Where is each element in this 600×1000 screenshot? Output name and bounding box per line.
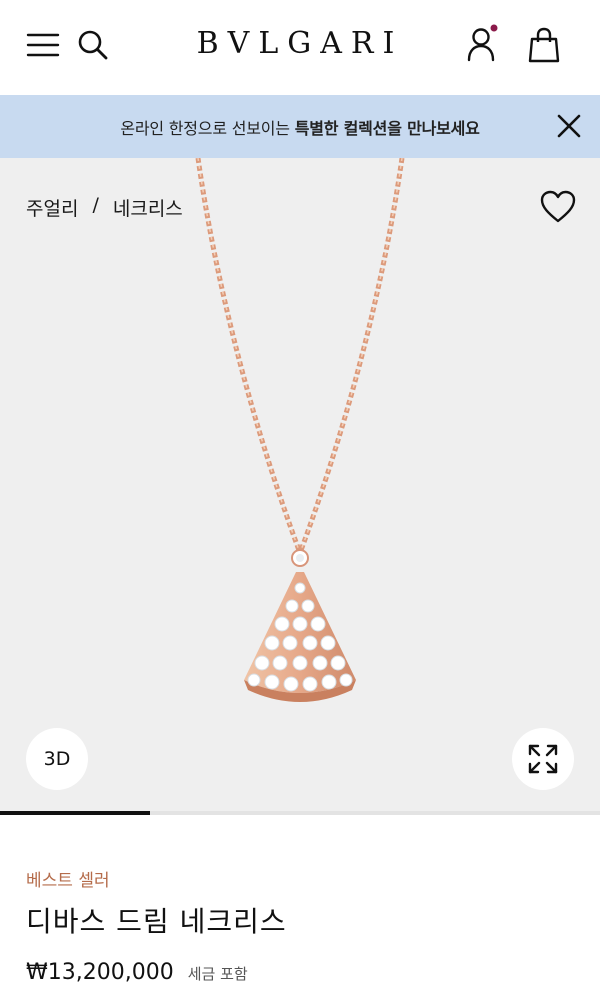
breadcrumb-item-jewelry[interactable]: 주얼리	[26, 194, 78, 221]
product-title: 디바스 드림 네크리스	[26, 905, 287, 938]
gallery-progress-bar	[0, 811, 600, 815]
tax-note: 세금 포함	[187, 965, 248, 983]
breadcrumb: 주얼리 / 네크리스	[26, 194, 183, 221]
user-icon[interactable]	[464, 24, 500, 64]
site-header: BVLGARI	[0, 0, 600, 95]
expand-icon[interactable]	[512, 728, 574, 790]
breadcrumb-item-necklaces[interactable]: 네크리스	[113, 194, 183, 221]
price-row: ₩13,200,000 세금 포함	[26, 960, 248, 985]
hamburger-menu-icon[interactable]	[26, 30, 60, 60]
brand-logo[interactable]: BVLGARI	[170, 26, 430, 61]
close-icon[interactable]	[554, 111, 584, 141]
view-3d-button[interactable]: 3D	[26, 728, 88, 790]
necklace-image	[195, 158, 405, 702]
promo-banner[interactable]: 온라인 한정으로 선보이는 특별한 컬렉션을 만나보세요	[0, 95, 600, 158]
product-price: ₩13,200,000	[26, 960, 174, 985]
view-3d-label: 3D	[43, 748, 71, 770]
product-gallery[interactable]: 주얼리 / 네크리스 3D	[0, 158, 600, 813]
heart-icon[interactable]	[540, 190, 576, 224]
shopping-bag-icon[interactable]	[526, 26, 562, 64]
notification-dot	[490, 24, 498, 32]
breadcrumb-separator: /	[92, 194, 99, 216]
bestseller-label: 베스트 셀러	[26, 871, 110, 891]
promo-text-bold: 특별한 컬렉션을 만나보세요	[294, 118, 480, 138]
gallery-progress-fill	[0, 811, 150, 815]
promo-text: 온라인 한정으로 선보이는 특별한 컬렉션을 만나보세요	[120, 118, 480, 138]
search-icon[interactable]	[76, 28, 110, 62]
